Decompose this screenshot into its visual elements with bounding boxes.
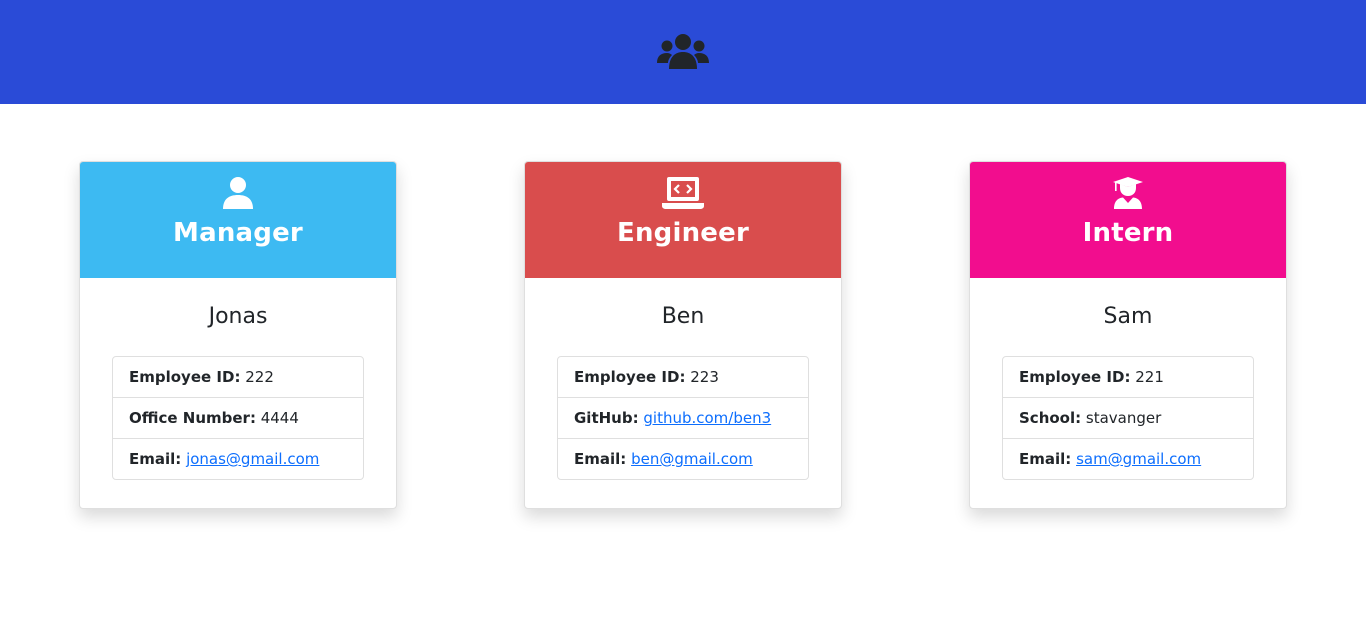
- list-item: Office Number: 4444: [113, 398, 363, 439]
- employee-name: Sam: [1103, 304, 1153, 329]
- info-label: Office Number:: [129, 409, 256, 427]
- employee-card-intern: Intern Sam Employee ID: 221 School: stav…: [969, 161, 1287, 509]
- list-item: Employee ID: 223: [558, 357, 808, 398]
- info-value: 223: [690, 368, 719, 386]
- info-label: Email:: [129, 450, 182, 468]
- card-header: Manager: [80, 162, 396, 278]
- role-title: Intern: [1082, 218, 1174, 248]
- user-icon: [223, 177, 253, 209]
- email-link[interactable]: jonas@gmail.com: [186, 450, 319, 468]
- role-title: Engineer: [617, 218, 749, 248]
- list-item: Employee ID: 222: [113, 357, 363, 398]
- team-cards: Manager Jonas Employee ID: 222 Office Nu…: [0, 104, 1366, 625]
- info-label: Employee ID:: [574, 368, 686, 386]
- page-header: [0, 0, 1366, 104]
- info-value: 222: [245, 368, 274, 386]
- users-icon: [657, 34, 709, 69]
- list-item: Email: sam@gmail.com: [1003, 439, 1253, 479]
- card-body: Sam Employee ID: 221 School: stavanger E…: [970, 278, 1286, 480]
- info-label: Email:: [1019, 450, 1072, 468]
- info-label: Employee ID:: [129, 368, 241, 386]
- list-item: Email: jonas@gmail.com: [113, 439, 363, 479]
- github-link[interactable]: github.com/ben3: [643, 409, 771, 427]
- info-label: School:: [1019, 409, 1082, 427]
- info-list: Employee ID: 222 Office Number: 4444 Ema…: [112, 356, 364, 480]
- employee-name: Ben: [661, 304, 705, 329]
- card-body: Jonas Employee ID: 222 Office Number: 44…: [80, 278, 396, 480]
- info-list: Employee ID: 221 School: stavanger Email…: [1002, 356, 1254, 480]
- info-label: Email:: [574, 450, 627, 468]
- email-link[interactable]: ben@gmail.com: [631, 450, 753, 468]
- employee-name: Jonas: [208, 304, 268, 329]
- info-value: stavanger: [1085, 409, 1162, 427]
- email-link[interactable]: sam@gmail.com: [1076, 450, 1201, 468]
- laptop-code-icon: [662, 177, 704, 209]
- info-list: Employee ID: 223 GitHub: github.com/ben3…: [557, 356, 809, 480]
- list-item: School: stavanger: [1003, 398, 1253, 439]
- info-label: Employee ID:: [1019, 368, 1131, 386]
- list-item: Employee ID: 221: [1003, 357, 1253, 398]
- info-value: 4444: [260, 409, 299, 427]
- employee-card-manager: Manager Jonas Employee ID: 222 Office Nu…: [79, 161, 397, 509]
- info-label: GitHub:: [574, 409, 639, 427]
- card-header: Engineer: [525, 162, 841, 278]
- list-item: Email: ben@gmail.com: [558, 439, 808, 479]
- list-item: GitHub: github.com/ben3: [558, 398, 808, 439]
- card-body: Ben Employee ID: 223 GitHub: github.com/…: [525, 278, 841, 480]
- role-title: Manager: [173, 218, 303, 248]
- card-header: Intern: [970, 162, 1286, 278]
- info-value: 221: [1135, 368, 1164, 386]
- employee-card-engineer: Engineer Ben Employee ID: 223 GitHub: gi…: [524, 161, 842, 509]
- user-graduate-icon: [1113, 177, 1143, 209]
